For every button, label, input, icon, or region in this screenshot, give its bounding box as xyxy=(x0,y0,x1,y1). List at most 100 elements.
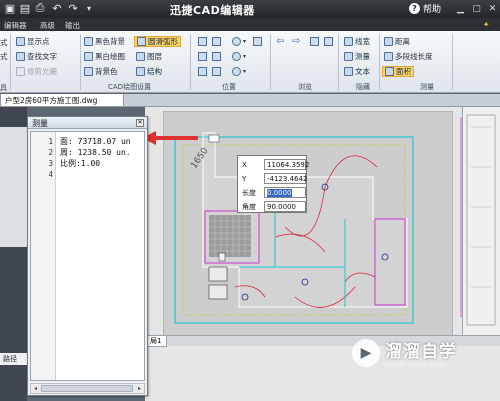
path-tab[interactable]: 路径 xyxy=(0,353,27,365)
measure-button[interactable]: 测量 xyxy=(344,51,370,62)
coordinate-input-box: X 11064.3592 Y -4123.4642 长度 0.0000 角度 90.00… xyxy=(237,155,309,213)
ribbon-left-group-label: 具 xyxy=(0,83,7,92)
length-label: 长度 xyxy=(242,188,256,197)
angle-value-field[interactable]: 90.0000 xyxy=(264,201,306,212)
black-white-drawing-button[interactable]: 黑白绘图 xyxy=(84,51,125,62)
measure-icon xyxy=(344,52,353,61)
group-label-position: 位置 xyxy=(222,83,236,91)
layers-icon xyxy=(136,52,145,61)
undo-icon[interactable]: ↶ xyxy=(50,1,64,15)
background-color-icon xyxy=(84,67,93,76)
browse-settings-icon[interactable] xyxy=(324,37,333,46)
ribbon-left-item-2[interactable]: 式 xyxy=(0,51,8,62)
help-button[interactable]: ? 帮助 xyxy=(409,2,441,15)
menu-advanced[interactable]: 高级 xyxy=(40,20,55,31)
minimize-icon[interactable]: ▁ xyxy=(454,2,467,15)
text-button[interactable]: 文本 xyxy=(344,66,370,77)
area-button[interactable]: 面积 xyxy=(382,66,414,77)
left-panel: 路径 xyxy=(0,107,27,401)
x-value-field[interactable]: 11064.3592 xyxy=(264,159,309,170)
zoom-window-icon[interactable] xyxy=(212,37,221,46)
smooth-arc-icon xyxy=(137,37,146,46)
line-number: 2 xyxy=(48,148,53,157)
watermark-main: 溜溜自学 xyxy=(385,342,457,362)
play-logo-icon: ▶ xyxy=(352,339,380,367)
zoom-extents-icon[interactable] xyxy=(212,52,221,61)
structure-icon xyxy=(136,67,145,76)
smooth-arc-button[interactable]: 圆滑弧形 xyxy=(134,36,181,47)
view-3d-icon[interactable] xyxy=(232,67,241,76)
area-icon xyxy=(385,67,394,76)
distance-button[interactable]: 距离 xyxy=(384,36,410,47)
ribbon: 式 式 具 显示点 查找文字 修剪光栅 黑色背景 黑白绘图 背景色 圆滑弧形 图… xyxy=(0,31,500,93)
trim-raster-icon xyxy=(16,67,25,76)
horizontal-scrollbar[interactable]: ◂ ▸ xyxy=(30,383,145,394)
scale-result: 比例:1.00 xyxy=(60,159,101,168)
quick-access-dropdown-icon[interactable]: ▾ xyxy=(82,1,96,15)
show-points-button[interactable]: 显示点 xyxy=(16,36,50,47)
fit-window-icon[interactable] xyxy=(198,37,207,46)
find-text-button[interactable]: 查找文字 xyxy=(16,51,57,62)
x-label: X xyxy=(242,160,247,169)
right-layout-panel xyxy=(462,107,500,335)
find-text-icon xyxy=(16,52,25,61)
zoom-in-icon[interactable] xyxy=(232,37,241,46)
perimeter-result: 周: 1238.50 un. xyxy=(60,148,131,157)
ribbon-left-item-1[interactable]: 式 xyxy=(0,37,8,48)
watermark-sub: ZIXUE.3D66.COM xyxy=(385,362,446,369)
back-arrow-icon[interactable]: ⇦ xyxy=(276,36,284,47)
watermark: ▶ 溜溜自学 ZIXUE.3D66.COM xyxy=(352,337,457,369)
document-tab[interactable]: 户型2房60平方施工图.dwg xyxy=(0,94,124,107)
polyline-length-icon xyxy=(384,52,393,61)
line-number: 3 xyxy=(48,159,53,168)
menu-output[interactable]: 输出 xyxy=(65,20,80,31)
length-value-field[interactable]: 0.0000 xyxy=(264,187,306,198)
save-icon[interactable]: ▤ xyxy=(18,1,32,15)
scroll-left-icon[interactable]: ◂ xyxy=(31,384,40,393)
distance-icon xyxy=(384,37,393,46)
title-bar: ▣ ▤ ⎙ ↶ ↷ ▾ 迅捷CAD编辑器 ? 帮助 ▁ ▢ ✕ xyxy=(0,0,500,18)
group-label-hide: 隐藏 xyxy=(356,83,370,91)
line-width-icon xyxy=(344,37,353,46)
maximize-icon[interactable]: ▢ xyxy=(470,2,483,15)
measure-results[interactable]: 1 2 3 4 面: 73718.07 un 周: 1238.50 un. 比例… xyxy=(30,131,145,381)
area-result: 面: 73718.07 un xyxy=(60,137,131,146)
y-label: Y xyxy=(242,174,247,183)
close-icon[interactable]: ✕ xyxy=(486,2,499,15)
layout-tab[interactable]: 局1 xyxy=(147,336,167,347)
left-panel-content xyxy=(0,127,27,247)
zoom-out-icon[interactable] xyxy=(232,52,241,61)
black-background-button[interactable]: 黑色背景 xyxy=(84,36,125,47)
print-icon[interactable]: ⎙ xyxy=(33,1,47,15)
pan-hand-icon[interactable] xyxy=(253,37,262,46)
line-number: 1 xyxy=(48,137,53,146)
structure-button[interactable]: 结构 xyxy=(136,66,162,77)
text-icon xyxy=(344,67,353,76)
layers-button[interactable]: 图层 xyxy=(136,51,162,62)
line-number: 4 xyxy=(48,170,53,179)
background-color-button[interactable]: 背景色 xyxy=(84,66,118,77)
menu-editor[interactable]: 编辑器 xyxy=(4,20,27,31)
y-value-field[interactable]: -4123.4642 xyxy=(264,173,307,184)
help-label: 帮助 xyxy=(423,5,442,15)
forward-arrow-icon[interactable]: ⇨ xyxy=(292,36,300,47)
page-view-icon[interactable] xyxy=(310,37,319,46)
redo-icon[interactable]: ↷ xyxy=(66,1,80,15)
trim-raster-button[interactable]: 修剪光栅 xyxy=(16,66,57,77)
app-menu-icon[interactable]: ▣ xyxy=(3,1,17,15)
mirror-icon[interactable] xyxy=(212,67,221,76)
line-width-button[interactable]: 线宽 xyxy=(344,36,370,47)
right-panel-preview xyxy=(466,114,496,326)
ribbon-options-icon[interactable]: ✦ xyxy=(483,20,489,29)
group-label-browse: 浏览 xyxy=(298,83,312,91)
document-tab-strip: 户型2房60平方施工图.dwg xyxy=(0,94,500,107)
rotate-icon[interactable] xyxy=(198,67,207,76)
show-points-icon xyxy=(16,37,25,46)
black-white-icon xyxy=(84,52,93,61)
measure-dialog-close-icon[interactable]: ✕ xyxy=(136,119,144,127)
scroll-right-icon[interactable]: ▸ xyxy=(135,384,144,393)
polyline-length-button[interactable]: 多段线长度 xyxy=(384,51,433,62)
scrollbar-thumb[interactable] xyxy=(41,385,133,392)
zoom-previous-icon[interactable] xyxy=(198,52,207,61)
measure-dialog-title: 测量 xyxy=(28,117,147,129)
